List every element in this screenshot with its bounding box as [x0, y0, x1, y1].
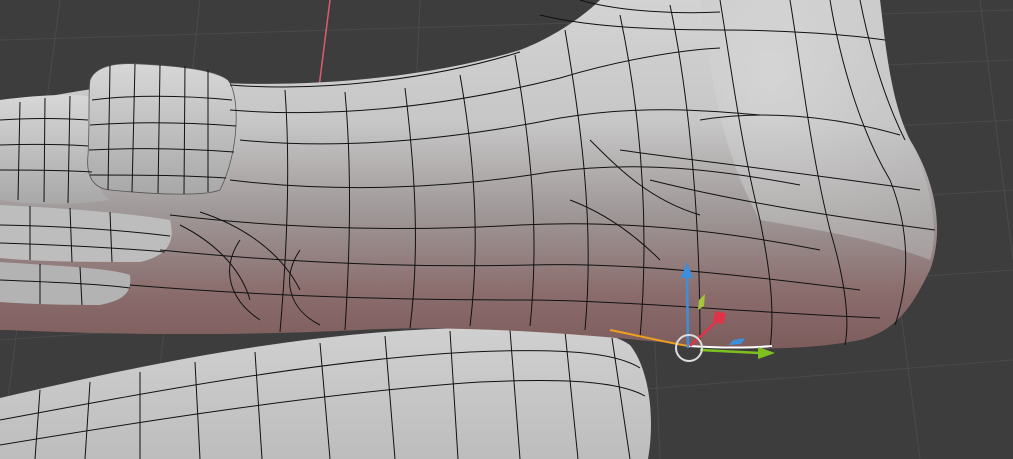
3d-viewport[interactable]: [0, 0, 1013, 459]
gizmo-axis-y[interactable]: [699, 347, 775, 359]
axis-line-y: [317, 0, 331, 96]
foot-mesh-upper[interactable]: [0, 0, 938, 349]
foot-mesh-lower[interactable]: [0, 327, 651, 459]
viewport-canvas[interactable]: [0, 0, 1013, 459]
